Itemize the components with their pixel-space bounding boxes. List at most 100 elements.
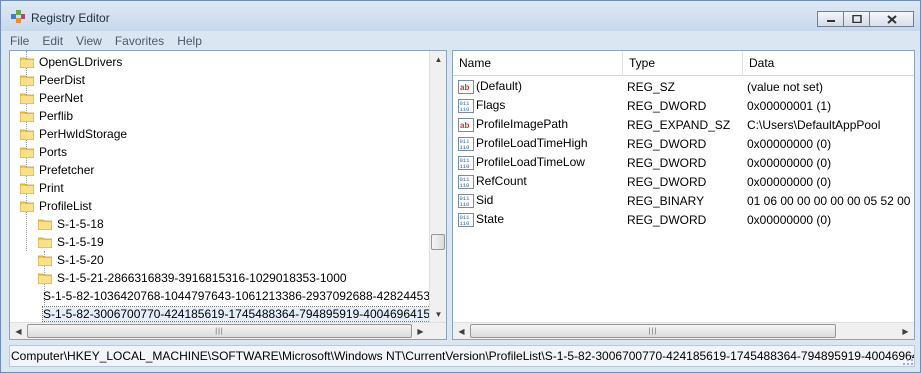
menu-help[interactable]: Help xyxy=(177,34,202,48)
tree-item[interactable]: Perflib xyxy=(10,107,430,125)
resize-grip-icon[interactable] xyxy=(902,354,914,366)
key-tree-panel[interactable]: OpenGLDrivers PeerDist PeerNet Perflib PerHw… xyxy=(9,50,447,340)
tree-item[interactable]: S-1-5-20 xyxy=(10,251,430,269)
value-row[interactable]: 011 110 Flags REG_DWORD 0x00000001 (1) xyxy=(453,96,914,115)
value-data: (value not set) xyxy=(747,79,824,94)
folder-icon xyxy=(20,165,34,176)
tree-item[interactable]: S-1-5-19 xyxy=(10,233,430,251)
tree-horizontal-scrollbar[interactable]: ◀ ||| ▶ xyxy=(10,322,446,339)
value-row[interactable]: 011 110 ProfileLoadTimeLow REG_DWORD 0x00000… xyxy=(453,153,914,172)
value-name: State xyxy=(476,212,505,227)
tree-item-label: S-1-5-82-1036420768-1044797643-106121338… xyxy=(43,289,444,303)
value-name: (Default) xyxy=(476,79,523,94)
tree-item[interactable]: ProfileList xyxy=(10,197,430,215)
scroll-right-arrow-icon[interactable]: ▶ xyxy=(897,323,914,339)
binary-value-icon: 011110 xyxy=(458,193,474,208)
tree-item[interactable]: S-1-5-82-3006700770-424185619-1745488364… xyxy=(10,305,432,323)
folder-icon xyxy=(38,237,52,248)
tree-item[interactable]: Print xyxy=(10,179,430,197)
value-type: REG_BINARY xyxy=(627,193,705,208)
tree-scroll-thumb[interactable] xyxy=(431,234,445,250)
value-name: Flags xyxy=(476,98,506,113)
tree-item[interactable]: Ports xyxy=(10,143,430,161)
column-header-name[interactable]: Name xyxy=(453,51,623,76)
tree-item-label: PerHwIdStorage xyxy=(39,127,128,141)
tree-item-label: S-1-5-18 xyxy=(57,217,104,231)
value-row[interactable]: 011 110 RefCount REG_DWORD 0x00000000 (0) xyxy=(453,172,914,191)
binary-value-icon: 011110 xyxy=(458,155,474,170)
value-type: REG_DWORD xyxy=(627,212,707,227)
values-horizontal-scrollbar[interactable]: ◀ ||| ▶ xyxy=(453,322,914,339)
folder-icon xyxy=(20,147,34,158)
tree-item[interactable]: S-1-5-82-1036420768-1044797643-106121338… xyxy=(10,287,443,305)
close-icon xyxy=(886,14,897,24)
value-data: 0x00000000 (0) xyxy=(747,174,832,189)
tree-item[interactable]: PeerDist xyxy=(10,71,430,89)
folder-icon xyxy=(20,129,34,140)
menu-favorites[interactable]: Favorites xyxy=(115,34,164,48)
string-value-icon: ab xyxy=(458,79,474,94)
tree-item[interactable]: S-1-5-21-2866316839-3916815316-102901835… xyxy=(10,269,430,287)
status-path: Computer\HKEY_LOCAL_MACHINE\SOFTWARE\Mic… xyxy=(11,349,915,363)
value-data: 0x00000000 (0) xyxy=(747,155,832,170)
tree-item[interactable]: Prefetcher xyxy=(10,161,430,179)
value-name: RefCount xyxy=(476,174,527,189)
values-hscroll-thumb[interactable]: ||| xyxy=(470,324,836,338)
scroll-up-arrow-icon[interactable]: ▲ xyxy=(430,51,446,68)
folder-icon xyxy=(20,57,34,68)
tree-vertical-scrollbar[interactable]: ▲ ▼ xyxy=(429,51,446,323)
value-data: 0x00000001 (1) xyxy=(747,98,832,113)
tree-hscroll-thumb[interactable]: ||| xyxy=(27,324,412,338)
tree-item-label: S-1-5-19 xyxy=(57,235,104,249)
registry-editor-window: Registry Editor File Edit View Favorites… xyxy=(0,0,921,373)
title-bar[interactable]: Registry Editor xyxy=(1,1,920,31)
column-header-data[interactable]: Data xyxy=(743,51,914,76)
minimize-button[interactable] xyxy=(817,11,844,27)
value-row[interactable]: ab ProfileImagePath REG_EXPAND_SZ C:\Users\… xyxy=(453,115,914,134)
value-type: REG_SZ xyxy=(627,79,676,94)
svg-text:110: 110 xyxy=(460,201,470,208)
value-type: REG_DWORD xyxy=(627,98,707,113)
tree-item-label: PeerDist xyxy=(39,73,86,87)
menu-view[interactable]: View xyxy=(76,34,102,48)
binary-value-icon: 011110 xyxy=(458,212,474,227)
value-type: REG_EXPAND_SZ xyxy=(627,117,731,132)
tree-item[interactable]: OpenGLDrivers xyxy=(10,53,430,71)
tree-item-label: Perflib xyxy=(39,109,74,123)
svg-text:ab: ab xyxy=(460,121,469,130)
values-list: ab (Default) REG_SZ (value not set) 011 110 Fl… xyxy=(453,77,914,229)
tree-item-label: S-1-5-20 xyxy=(57,253,104,267)
value-name: ProfileImagePath xyxy=(476,117,569,132)
value-row[interactable]: 011 110 ProfileLoadTimeHigh REG_DWORD 0x0000… xyxy=(453,134,914,153)
folder-icon xyxy=(20,201,34,212)
menu-file[interactable]: File xyxy=(10,34,29,48)
tree-item[interactable]: PerHwIdStorage xyxy=(10,125,430,143)
binary-value-icon: 011110 xyxy=(458,98,474,113)
value-row[interactable]: 011 110 Sid REG_BINARY 01 06 00 00 00 00 00 … xyxy=(453,191,914,210)
scroll-left-arrow-icon[interactable]: ◀ xyxy=(453,323,470,339)
scroll-down-arrow-icon[interactable]: ▼ xyxy=(430,306,446,323)
menu-edit[interactable]: Edit xyxy=(42,34,63,48)
tree-item-label: ProfileList xyxy=(39,199,92,213)
minimize-icon xyxy=(826,20,835,22)
tree-item-label: Prefetcher xyxy=(39,163,95,177)
column-header-type[interactable]: Type xyxy=(623,51,743,76)
folder-icon xyxy=(20,111,34,122)
tree-item[interactable]: S-1-5-18 xyxy=(10,215,430,233)
value-name: ProfileLoadTimeLow xyxy=(476,155,585,170)
value-type: REG_DWORD xyxy=(627,136,707,151)
scroll-left-arrow-icon[interactable]: ◀ xyxy=(10,323,27,339)
folder-icon xyxy=(38,255,52,266)
svg-text:110: 110 xyxy=(460,144,470,151)
value-row[interactable]: 011 110 State REG_DWORD 0x00000000 (0) xyxy=(453,210,914,229)
scroll-right-arrow-icon[interactable]: ▶ xyxy=(412,323,429,339)
tree-item-label: Ports xyxy=(39,145,68,159)
maximize-icon xyxy=(851,15,862,23)
values-list-panel[interactable]: Name Type Data ab (Default) REG_SZ (value n… xyxy=(452,50,915,340)
value-type: REG_DWORD xyxy=(627,155,707,170)
value-row[interactable]: ab (Default) REG_SZ (value not set) xyxy=(453,77,914,96)
maximize-button[interactable] xyxy=(843,11,870,27)
binary-value-icon: 011110 xyxy=(458,174,474,189)
close-button[interactable] xyxy=(869,11,914,27)
tree-item[interactable]: PeerNet xyxy=(10,89,430,107)
